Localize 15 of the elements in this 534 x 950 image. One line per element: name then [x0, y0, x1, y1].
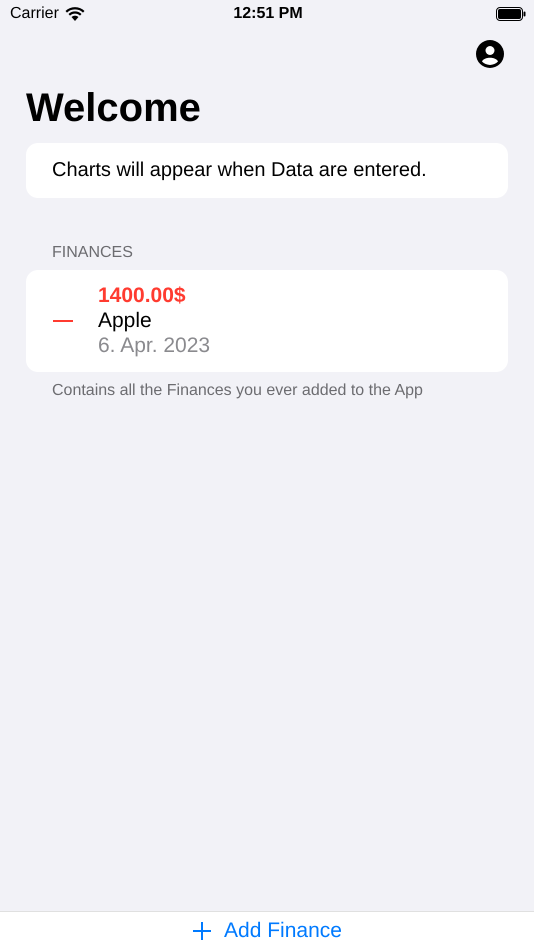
wifi-icon	[64, 7, 85, 21]
section-footer: Contains all the Finances you ever added to the App	[52, 382, 534, 400]
minus-icon	[52, 320, 74, 322]
status-time: 12:51 PM	[233, 5, 303, 23]
page-title: Welcome	[26, 86, 202, 131]
add-finance-button[interactable]: Add Finance	[192, 919, 342, 943]
section-header: FINANCES	[52, 244, 134, 262]
chart-notice: Charts will appear when Data are entered.	[51, 158, 428, 183]
finance-name: Apple	[98, 309, 153, 333]
finance-date: 6. Apr. 2023	[98, 334, 210, 358]
plus-icon	[192, 921, 212, 941]
finance-amount: 1400.00$	[98, 284, 187, 308]
profile-icon[interactable]	[476, 40, 504, 68]
carrier-name: Carrier	[10, 5, 59, 23]
battery-icon	[496, 7, 526, 21]
